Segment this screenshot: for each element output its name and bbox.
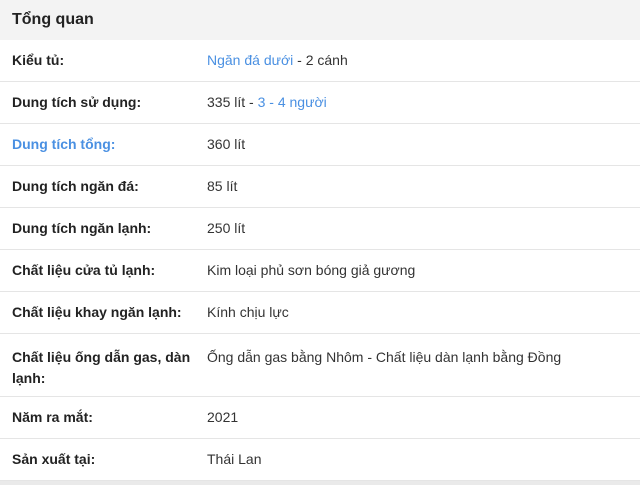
spec-value: 335 lít - 3 - 4 người bbox=[207, 92, 327, 113]
spec-value: 85 lít bbox=[207, 178, 238, 194]
spec-value: Ống dẫn gas bằng Nhôm - Chất liệu dàn lạ… bbox=[207, 349, 562, 365]
spec-value-text: 335 lít - bbox=[207, 94, 258, 110]
spec-label: Chất liệu ống dẫn gas, dàn lạnh: bbox=[12, 349, 191, 386]
spec-label-link[interactable]: Dung tích tổng: bbox=[12, 134, 207, 155]
spec-value-text: - 2 cánh bbox=[293, 52, 348, 68]
spec-label: Kiểu tủ: bbox=[12, 52, 65, 68]
spec-label: Dung tích ngăn lạnh: bbox=[12, 220, 152, 236]
spec-row: Chất liệu ống dẫn gas, dàn lạnh: Ống dẫn… bbox=[0, 334, 640, 397]
spec-label: Chất liệu cửa tủ lạnh: bbox=[12, 262, 156, 278]
spec-row: Năm ra mắt: 2021 bbox=[0, 397, 640, 439]
spec-link[interactable]: 3 - 4 người bbox=[258, 94, 327, 110]
spec-link[interactable]: Ngăn đá dưới bbox=[207, 52, 293, 68]
footer-divider bbox=[0, 481, 640, 485]
spec-row: Dung tích sử dụng: 335 lít - 3 - 4 người bbox=[0, 82, 640, 124]
spec-row: Dung tích tổng: 360 lít bbox=[0, 124, 640, 166]
spec-value: 2021 bbox=[207, 409, 239, 425]
spec-row: Kiểu tủ: Ngăn đá dưới - 2 cánh bbox=[0, 40, 640, 82]
section-title: Tổng quan bbox=[12, 11, 94, 28]
spec-value: Kính chịu lực bbox=[207, 304, 289, 320]
spec-row: Chất liệu khay ngăn lạnh: Kính chịu lực bbox=[0, 292, 640, 334]
spec-value: Ngăn đá dưới - 2 cánh bbox=[207, 50, 348, 71]
spec-row: Dung tích ngăn đá: 85 lít bbox=[0, 166, 640, 208]
spec-label: Sản xuất tại: bbox=[12, 451, 96, 467]
spec-value: 250 lít bbox=[207, 220, 246, 236]
spec-label: Dung tích sử dụng: bbox=[12, 94, 142, 110]
spec-row: Chất liệu cửa tủ lạnh: Kim loại phủ sơn … bbox=[0, 250, 640, 292]
spec-label: Dung tích ngăn đá: bbox=[12, 178, 139, 194]
spec-row: Sản xuất tại: Thái Lan bbox=[0, 439, 640, 481]
section-header: Tổng quan bbox=[0, 0, 640, 40]
spec-value: 360 lít bbox=[207, 136, 246, 152]
spec-value: Kim loại phủ sơn bóng giả gương bbox=[207, 262, 416, 278]
spec-value: Thái Lan bbox=[207, 451, 262, 467]
spec-label: Chất liệu khay ngăn lạnh: bbox=[12, 304, 182, 320]
spec-label: Năm ra mắt: bbox=[12, 409, 93, 425]
spec-row: Dung tích ngăn lạnh: 250 lít bbox=[0, 208, 640, 250]
